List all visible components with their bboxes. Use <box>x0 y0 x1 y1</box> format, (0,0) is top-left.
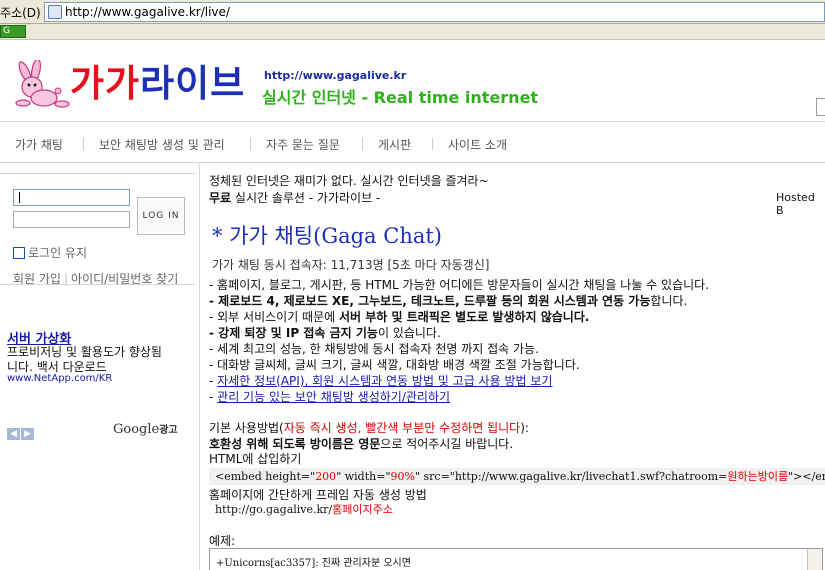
feature-dash: - <box>209 390 218 404</box>
remember-checkbox[interactable] <box>13 247 25 259</box>
nav-item-faq[interactable]: 자주 묻는 질문 <box>266 136 340 153</box>
site-logo[interactable]: 가가라이브 <box>70 62 245 106</box>
usage-compat: 호환성 위해 되도록 방이름은 영문으로 적어주시길 바랍니다. <box>209 437 529 453</box>
site-header: 가가라이브 http://www.gagalive.kr 실시간 인터넷 - R… <box>0 40 825 122</box>
secure-room-link[interactable]: 관리 기능 있는 보안 채팅방 생성하기/관리하기 <box>217 390 450 404</box>
html-insert-label: HTML에 삽입하기 <box>209 452 302 466</box>
chat-message: +Unicorns[ac3357]: 진짜 관리자분 오시면 <box>216 558 411 569</box>
links-toolbar: G <box>0 24 825 40</box>
google-word: Google <box>113 422 160 437</box>
remember-label: 로그인 유지 <box>28 246 88 260</box>
link-divider: | <box>63 272 69 286</box>
feature-item: - 세계 최고의 성능, 한 채팅방에 동시 접속자 천명 까지 접속 가능. <box>209 342 539 356</box>
usage-heading: 기본 사용방법(자동 즉시 생성, 빨간색 부분만 수정하면 됩니다): <box>209 421 529 437</box>
frame-url[interactable]: http://go.gagalive.kr/홈페이지주소 <box>215 501 393 517</box>
header-tagline: 실시간 인터넷 - Real time internet <box>262 88 539 107</box>
userid-input[interactable] <box>13 189 130 206</box>
feature-bold: - 제로보드 4, 제로보드 XE, 그누보드, 테크노트, 드루팔 등의 회원… <box>209 294 651 308</box>
feature-text: 이 있습니다. <box>377 326 441 340</box>
logo-part-blue: 라이브 <box>140 62 246 105</box>
nav-item-about[interactable]: 사이트 소개 <box>448 136 507 153</box>
page-title: * 가가 채팅(Gaga Chat) <box>212 224 443 248</box>
ad-prev-icon[interactable]: ◀ <box>7 428 20 440</box>
code-part: " width=" <box>336 470 391 483</box>
code-part: "></embe <box>788 470 825 483</box>
feature-item: - 제로보드 4, 제로보드 XE, 그누보드, 테크노트, 드루팔 등의 회원… <box>209 293 709 309</box>
feature-bold: - 강제 퇴장 및 IP 접속 금지 기능 <box>209 326 378 340</box>
example-label: 예제: <box>209 534 236 548</box>
usage-section: 기본 사용방법(자동 즉시 생성, 빨간색 부분만 수정하면 됩니다): 호환성… <box>209 421 529 468</box>
nav-divider <box>83 138 84 150</box>
login-links: 회원 가입 | 아이디/비밀번호 찾기 <box>13 270 178 287</box>
feature-item: - 관리 기능 있는 보안 채팅방 생성하기/관리하기 <box>209 389 709 405</box>
ad-body[interactable]: 프로비저닝 및 활용도가 향상됨 니다. 백서 다운로드 <box>7 345 162 375</box>
logo-part-red: 가가 <box>70 62 141 105</box>
code-part: " src="http://www.gagalive.kr/livechat1.… <box>414 470 728 483</box>
ads-word: 광고 <box>159 425 178 436</box>
login-box: LOG IN 로그인 유지 회원 가입 | 아이디/비밀번호 찾기 <box>0 173 196 287</box>
embed-code[interactable]: <embed height="200" width="90%" src="htt… <box>209 468 825 485</box>
google-ads-label[interactable]: Google광고 <box>113 421 178 437</box>
intro-solution: 실시간 솔루션 - 가가라이브 - <box>231 191 381 205</box>
nav-item-board[interactable]: 게시판 <box>378 136 411 153</box>
go-button[interactable]: G <box>0 25 26 38</box>
text-caret <box>19 192 20 203</box>
feature-item: - 대화방 글씨체, 글씨 크기, 글씨 색깔, 대화방 배경 색깔 조절 가능… <box>209 358 580 372</box>
usage-close: ): <box>520 421 529 435</box>
intro-free: 무료 <box>209 191 232 205</box>
ad-line-1: 프로비저닝 및 활용도가 향상됨 <box>7 345 162 359</box>
header-url: http://www.gagalive.kr <box>264 69 407 82</box>
login-button[interactable]: LOG IN <box>137 197 185 235</box>
feature-item: - 외부 서비스이기 때문에 서버 부하 및 트래픽은 별도로 발생하지 않습니… <box>209 309 709 325</box>
ad-nav: ◀ ▶ <box>7 425 35 440</box>
address-url[interactable]: http://www.gagalive.kr/live/ <box>65 5 230 19</box>
frame-url-base: http://go.gagalive.kr/ <box>215 503 333 516</box>
intro-line-2: 무료 실시간 솔루션 - 가가라이브 - <box>209 189 380 206</box>
usage-note: 자동 즉시 생성, 빨간색 부분만 수정하면 됩니다 <box>283 421 521 435</box>
hosted-by: Hosted B <box>776 191 815 217</box>
password-input[interactable] <box>13 211 130 228</box>
frame-url-placeholder: 홈페이지주소 <box>332 503 393 516</box>
remember-login[interactable]: 로그인 유지 <box>13 244 87 261</box>
feature-text: - 외부 서비스이기 때문에 <box>209 310 339 324</box>
code-room: 원하는방이름 <box>727 470 789 483</box>
usage-label: 기본 사용방법( <box>209 421 284 435</box>
chat-example-box[interactable]: +Unicorns[ac3357]: 진짜 관리자분 오시면 <box>209 548 823 570</box>
feature-item: - 홈페이지, 블로그, 게시판, 등 HTML 가능한 어디에든 방문자들이 … <box>209 278 710 292</box>
signup-link[interactable]: 회원 가입 <box>13 272 61 286</box>
rabbit-logo-icon <box>15 60 70 108</box>
code-part: <embed height=" <box>215 470 316 483</box>
address-bar: 주소(D) http://www.gagalive.kr/live/ <box>0 0 825 24</box>
feature-item: - 자세한 정보(API), 회원 시스템과 연동 방법 및 고급 사용 방법 … <box>209 373 709 389</box>
concurrent-users: 가가 채팅 동시 접속자: 11,713명 [5초 마다 자동갱신] <box>212 258 490 272</box>
find-account-link[interactable]: 아이디/비밀번호 찾기 <box>71 272 178 286</box>
usage-compat-rest: 으로 적어주시길 바랍니다. <box>380 436 514 451</box>
feature-bold: 서버 부하 및 트래픽은 별도로 발생하지 않습니다. <box>339 310 590 324</box>
nav-divider <box>432 138 433 150</box>
main-content: 정체된 인터넷은 재미가 없다. 실시간 인터넷을 즐겨라~ 무료 실시간 솔루… <box>209 170 825 570</box>
sidebar: LOG IN 로그인 유지 회원 가입 | 아이디/비밀번호 찾기 서버 가상화 프… <box>0 163 200 570</box>
feature-list: - 홈페이지, 블로그, 게시판, 등 HTML 가능한 어디에든 방문자들이 … <box>209 277 709 405</box>
ad-next-icon[interactable]: ▶ <box>21 428 34 440</box>
nav-item-secure-room[interactable]: 보안 채팅방 생성 및 관리 <box>99 136 225 153</box>
feature-dash: - <box>209 374 218 388</box>
ad-url-link[interactable]: www.NetApp.com/KR <box>7 373 112 384</box>
chat-scrollbar[interactable] <box>807 549 822 570</box>
usage-compat-bold: 호환성 위해 되도록 방이름은 영문 <box>209 436 381 451</box>
feature-item: - 강제 퇴장 및 IP 접속 금지 기능이 있습니다. <box>209 325 709 341</box>
api-info-link[interactable]: 자세한 정보(API), 회원 시스템과 연동 방법 및 고급 사용 방법 보기 <box>217 374 552 388</box>
nav-divider <box>250 138 251 150</box>
nav-item-gaga-chat[interactable]: 가가 채팅 <box>15 136 63 153</box>
page-icon <box>48 5 62 19</box>
code-height: 200 <box>315 470 337 483</box>
nav-divider <box>362 138 363 150</box>
address-label: 주소(D) <box>0 6 41 20</box>
code-width: 90% <box>390 470 415 483</box>
feature-text: 합니다. <box>650 294 688 308</box>
header-search-input[interactable] <box>816 98 825 116</box>
address-input[interactable]: http://www.gagalive.kr/live/ <box>44 2 825 22</box>
main-nav: 가가 채팅 보안 채팅방 생성 및 관리 자주 묻는 질문 게시판 사이트 소개 <box>0 123 825 163</box>
intro-line-1: 정체된 인터넷은 재미가 없다. 실시간 인터넷을 즐겨라~ <box>209 174 489 188</box>
